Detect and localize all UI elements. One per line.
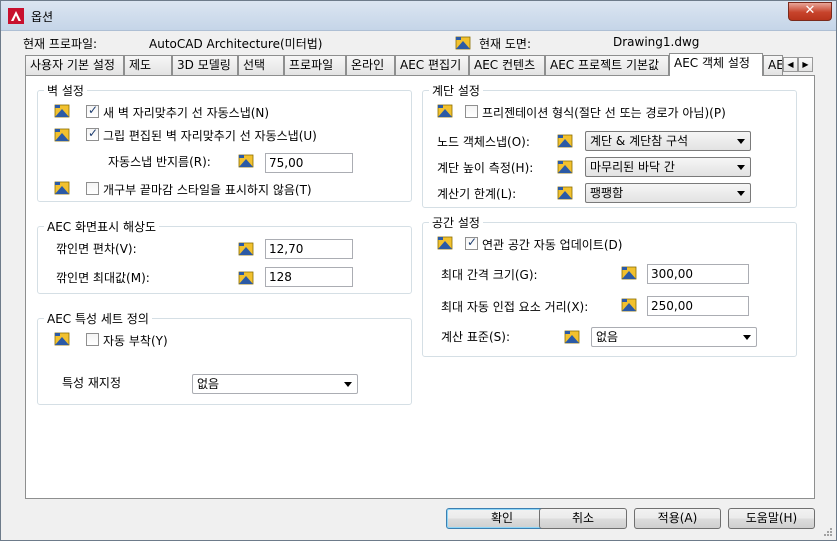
max-adjacent-input[interactable]: 250,00 xyxy=(647,296,749,316)
drawing-icon xyxy=(557,134,573,148)
stair-height-value: 마무리된 바닥 간 xyxy=(590,160,675,174)
facet-max-label: 깎인면 최대값(M): xyxy=(56,271,150,285)
close-button[interactable]: ✕ xyxy=(788,2,832,21)
drawing-icon xyxy=(621,266,637,280)
autosnap-new-wall-label: 새 벽 자리맞추기 선 자동스냅(N) xyxy=(103,106,270,120)
options-dialog: 옵션 ✕ 현재 프로파일: AutoCAD Architecture(미터법) … xyxy=(0,0,837,541)
autosnap-grip-wall-label: 그립 편집된 벽 자리맞추기 선 자동스냅(U) xyxy=(103,129,317,143)
tab-aec-display[interactable]: AEC 표시 xyxy=(763,55,783,75)
drawing-icon xyxy=(557,186,573,200)
drawing-icon xyxy=(437,104,453,118)
drawing-icon xyxy=(564,330,580,344)
tab-scroll-right-button[interactable]: ▶ xyxy=(798,57,813,72)
opening-endcap-checkbox[interactable] xyxy=(86,182,99,195)
max-gap-input[interactable]: 300,00 xyxy=(647,264,749,284)
arrow-left-icon: ◀ xyxy=(787,60,794,69)
cancel-button[interactable]: 취소 xyxy=(539,508,627,529)
autocad-logo-icon xyxy=(8,8,24,24)
drawing-icon xyxy=(621,298,637,312)
facet-deviation-input[interactable]: 12,70 xyxy=(265,239,353,259)
tab-aec-object-settings[interactable]: AEC 객체 설정 xyxy=(669,53,763,76)
display-resolution-group: AEC 화면표시 해상도 깎인면 편차(V): 12,70 깎인면 최대값(M)… xyxy=(37,218,412,294)
node-osnap-value: 계단 & 계단참 구석 xyxy=(590,134,689,148)
autosnap-radius-input[interactable]: 75,00 xyxy=(265,153,353,173)
calc-standard-select[interactable]: 없음 xyxy=(591,327,757,347)
max-gap-label: 최대 간격 크기(G): xyxy=(441,268,538,282)
node-osnap-select[interactable]: 계단 & 계단참 구석 xyxy=(585,131,751,151)
current-drawing-value: Drawing1.dwg xyxy=(613,35,700,49)
stair-height-select[interactable]: 마무리된 바닥 간 xyxy=(585,157,751,177)
drawing-icon xyxy=(54,104,70,118)
chevron-down-icon xyxy=(737,165,745,170)
current-profile-label: 현재 프로파일: xyxy=(23,37,98,51)
drawing-icon xyxy=(54,181,70,195)
tab-selection[interactable]: 선택 xyxy=(238,55,284,75)
reassign-select[interactable]: 없음 xyxy=(192,374,358,394)
facet-deviation-label: 깎인면 편차(V): xyxy=(56,242,137,256)
drawing-icon xyxy=(238,154,254,168)
auto-attach-checkbox[interactable] xyxy=(86,333,99,346)
drawing-icon xyxy=(455,36,471,50)
chevron-down-icon xyxy=(743,335,751,340)
chevron-down-icon xyxy=(344,382,352,387)
drawing-icon xyxy=(437,236,453,250)
wall-settings-title: 벽 설정 xyxy=(44,82,87,99)
calculator-limit-select[interactable]: 팽팽함 xyxy=(585,183,751,203)
property-set-group: AEC 특성 세트 정의 자동 부착(Y) 특성 재지정 없음 xyxy=(37,310,412,405)
facet-max-input[interactable]: 128 xyxy=(265,267,353,287)
drawing-icon xyxy=(54,332,70,346)
drawing-icon xyxy=(557,160,573,174)
tab-panel: 벽 설정 새 벽 자리맞추기 선 자동스냅(N) 그립 편집된 벽 자리맞추기 … xyxy=(25,75,815,499)
arrow-right-icon: ▶ xyxy=(802,60,809,69)
calc-standard-value: 없음 xyxy=(596,330,619,344)
tab-3d-modeling[interactable]: 3D 모델링 xyxy=(172,55,238,75)
tab-user-preferences[interactable]: 사용자 기본 설정 xyxy=(25,55,124,75)
property-set-title: AEC 특성 세트 정의 xyxy=(44,310,152,327)
tab-aec-project-defaults[interactable]: AEC 프로젝트 기본값 xyxy=(545,55,669,75)
presentation-format-label: 프리젠테이션 형식(절단 선 또는 경로가 아님)(P) xyxy=(482,106,726,120)
opening-endcap-label: 개구부 끝마감 스타일을 표시하지 않음(T) xyxy=(103,183,312,197)
current-profile-value: AutoCAD Architecture(미터법) xyxy=(149,37,323,51)
chevron-down-icon xyxy=(737,139,745,144)
window-title: 옵션 xyxy=(31,10,54,24)
drawing-icon xyxy=(238,242,254,256)
tab-profiles[interactable]: 프로파일 xyxy=(284,55,346,75)
apply-button[interactable]: 적용(A) xyxy=(634,508,721,529)
tab-online[interactable]: 온라인 xyxy=(346,55,395,75)
reassign-label: 특성 재지정 xyxy=(62,376,122,390)
display-resolution-title: AEC 화면표시 해상도 xyxy=(44,218,160,235)
title-bar[interactable]: 옵션 ✕ xyxy=(1,1,836,31)
tab-aec-editor[interactable]: AEC 편집기 xyxy=(395,55,469,75)
drawing-icon xyxy=(54,128,70,142)
close-icon: ✕ xyxy=(804,3,816,18)
chevron-down-icon xyxy=(737,191,745,196)
autosnap-grip-wall-checkbox[interactable] xyxy=(86,126,99,141)
autosnap-new-wall-checkbox[interactable] xyxy=(86,103,99,118)
stair-height-label: 계단 높이 측정(H): xyxy=(437,161,534,175)
tab-aec-content[interactable]: AEC 컨텐츠 xyxy=(469,55,545,75)
tab-drafting[interactable]: 제도 xyxy=(124,55,172,75)
auto-attach-label: 자동 부착(Y) xyxy=(103,334,168,348)
node-osnap-label: 노드 객체스냅(O): xyxy=(437,135,530,149)
calculator-limit-label: 계산기 한계(L): xyxy=(437,187,517,201)
auto-update-spaces-label: 연관 공간 자동 업데이트(D) xyxy=(482,238,623,252)
presentation-format-checkbox[interactable] xyxy=(465,105,478,118)
current-drawing-label: 현재 도면: xyxy=(479,37,532,51)
max-adjacent-label: 최대 자동 인접 요소 거리(X): xyxy=(441,300,589,314)
autosnap-radius-label: 자동스냅 반지름(R): xyxy=(108,155,211,169)
stair-settings-title: 계단 설정 xyxy=(429,82,483,99)
stair-settings-group: 계단 설정 프리젠테이션 형식(절단 선 또는 경로가 아님)(P) 노드 객체… xyxy=(422,82,797,208)
calculator-limit-value: 팽팽함 xyxy=(590,186,624,200)
reassign-value: 없음 xyxy=(197,377,220,391)
space-settings-title: 공간 설정 xyxy=(429,214,483,231)
space-settings-group: 공간 설정 연관 공간 자동 업데이트(D) 최대 간격 크기(G): 300,… xyxy=(422,214,797,357)
calc-standard-label: 계산 표준(S): xyxy=(441,330,510,344)
auto-update-spaces-checkbox[interactable] xyxy=(465,235,478,250)
tab-scroll-left-button[interactable]: ◀ xyxy=(783,57,798,72)
wall-settings-group: 벽 설정 새 벽 자리맞추기 선 자동스냅(N) 그립 편집된 벽 자리맞추기 … xyxy=(37,82,412,202)
drawing-icon xyxy=(238,271,254,285)
resize-grip-icon[interactable] xyxy=(823,527,833,537)
help-button[interactable]: 도움말(H) xyxy=(728,508,815,529)
